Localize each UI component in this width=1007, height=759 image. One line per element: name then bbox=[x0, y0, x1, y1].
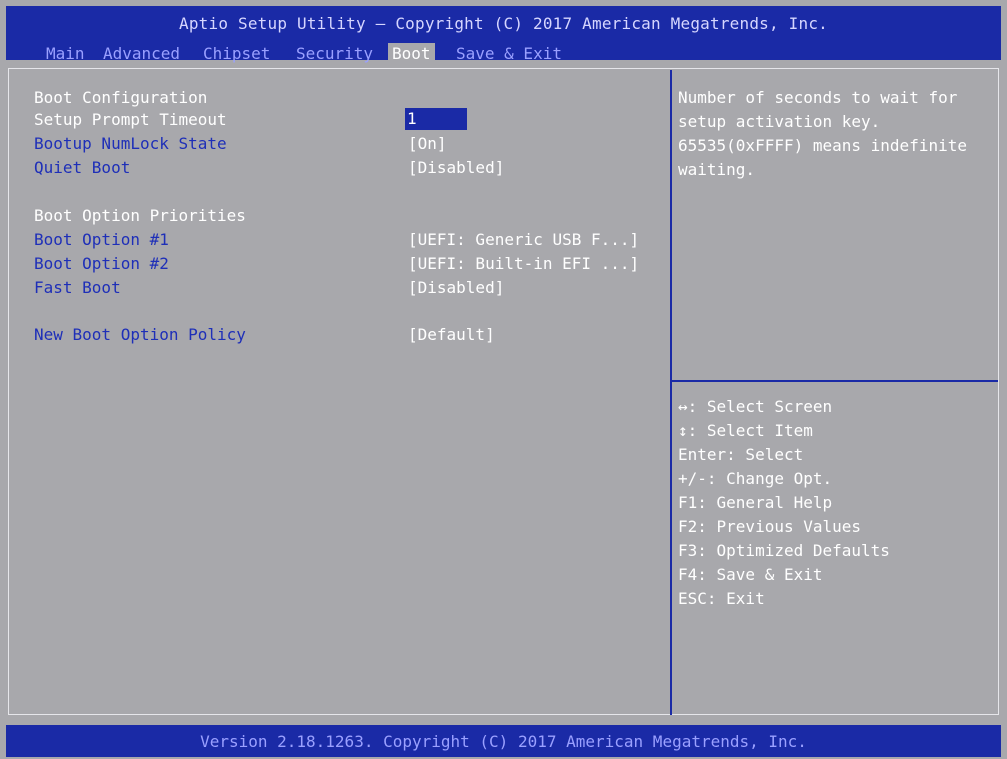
boot-option-2-value[interactable]: [UEFI: Built-in EFI ...] bbox=[408, 254, 639, 274]
setting-boot-option-2[interactable]: Boot Option #2 bbox=[34, 254, 169, 274]
key-help-select-screen: ↔: Select Screen bbox=[678, 397, 833, 416]
key-help-f2: F2: Previous Values bbox=[678, 517, 862, 536]
setting-new-boot-option-policy[interactable]: New Boot Option Policy bbox=[34, 325, 246, 345]
setting-bootup-numlock-state[interactable]: Bootup NumLock State bbox=[34, 134, 227, 154]
utility-title: Aptio Setup Utility – Copyright (C) 2017… bbox=[179, 14, 828, 33]
tab-advanced[interactable]: Advanced bbox=[103, 43, 180, 64]
help-description-line: Number of seconds to wait for bbox=[678, 88, 958, 107]
key-help-f1: F1: General Help bbox=[678, 493, 833, 512]
tab-save-exit[interactable]: Save & Exit bbox=[456, 43, 562, 64]
key-help-select-item: ↕: Select Item bbox=[678, 421, 813, 440]
tab-boot[interactable]: Boot bbox=[388, 43, 435, 64]
key-help-enter: Enter: Select bbox=[678, 445, 804, 464]
tab-main[interactable]: Main bbox=[46, 43, 85, 64]
help-description-line: setup activation key. bbox=[678, 112, 881, 131]
section-heading-boot-option-priorities: Boot Option Priorities bbox=[34, 206, 246, 225]
quiet-boot-value[interactable]: [Disabled] bbox=[408, 158, 504, 178]
bios-screen: Aptio Setup Utility – Copyright (C) 2017… bbox=[0, 0, 1007, 759]
setting-quiet-boot[interactable]: Quiet Boot bbox=[34, 158, 130, 178]
header-bar: Aptio Setup Utility – Copyright (C) 2017… bbox=[6, 6, 1001, 64]
help-description-line: waiting. bbox=[678, 160, 756, 179]
help-description-line: 65535(0xFFFF) means indefinite bbox=[678, 136, 967, 155]
footer-bar: Version 2.18.1263. Copyright (C) 2017 Am… bbox=[6, 725, 1001, 757]
key-help-f3: F3: Optimized Defaults bbox=[678, 541, 890, 560]
version-text: Version 2.18.1263. Copyright (C) 2017 Am… bbox=[200, 732, 807, 751]
setting-setup-prompt-timeout[interactable]: Setup Prompt Timeout bbox=[34, 110, 227, 130]
key-help-change-opt: +/-: Change Opt. bbox=[678, 469, 833, 488]
setting-fast-boot[interactable]: Fast Boot bbox=[34, 278, 121, 298]
section-heading-boot-configuration: Boot Configuration bbox=[34, 88, 208, 107]
fast-boot-value[interactable]: [Disabled] bbox=[408, 278, 504, 298]
new-boot-option-policy-value[interactable]: [Default] bbox=[408, 325, 495, 345]
boot-option-1-value[interactable]: [UEFI: Generic USB F...] bbox=[408, 230, 639, 250]
setup-prompt-timeout-input[interactable]: 1 bbox=[405, 108, 467, 130]
tab-chipset[interactable]: Chipset bbox=[203, 43, 270, 64]
key-help-esc: ESC: Exit bbox=[678, 589, 765, 608]
panel-divider bbox=[670, 70, 672, 715]
key-help-f4: F4: Save & Exit bbox=[678, 565, 823, 584]
bootup-numlock-state-value[interactable]: [On] bbox=[408, 134, 447, 154]
tab-security[interactable]: Security bbox=[296, 43, 373, 64]
help-divider bbox=[672, 380, 998, 382]
setting-boot-option-1[interactable]: Boot Option #1 bbox=[34, 230, 169, 250]
